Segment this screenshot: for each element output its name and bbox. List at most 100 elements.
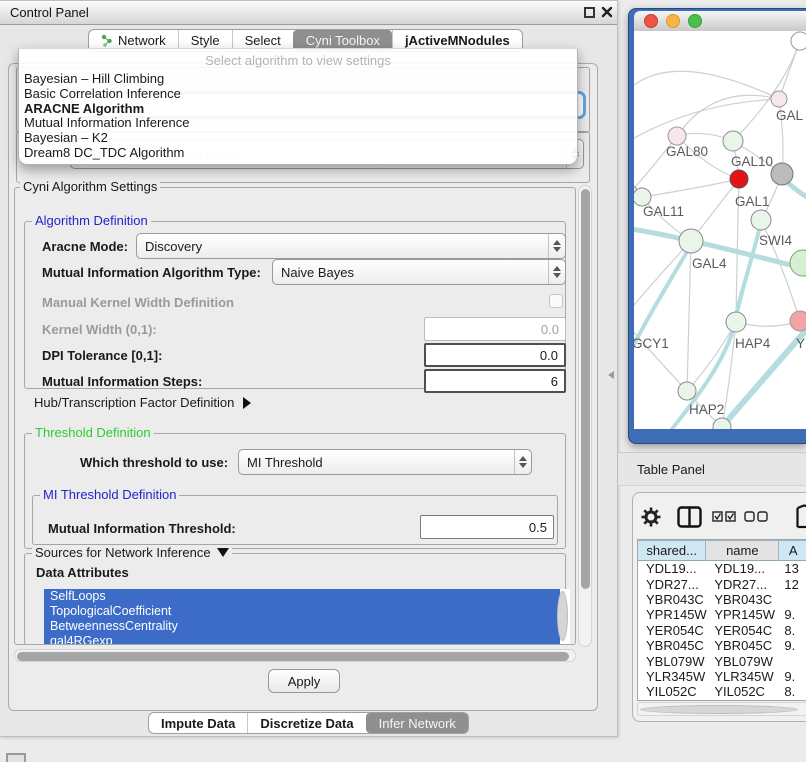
node-label-swi4: SWI4 — [759, 233, 792, 248]
columns-icon[interactable] — [677, 506, 702, 528]
chevron-right-icon — [242, 396, 252, 410]
manual-kernel-label: Manual Kernel Width Definition — [42, 295, 234, 310]
table-row[interactable]: YER054C YER054C 8. — [638, 623, 806, 638]
tab-infer-network[interactable]: Infer Network — [366, 713, 468, 733]
mi-threshold-group-title: MI Threshold Definition — [40, 488, 179, 501]
table-hscrollbar-track[interactable] — [637, 702, 806, 716]
aracne-mode-combobox[interactable]: Discovery — [136, 233, 566, 259]
table-row[interactable]: YPR145W YPR145W 9. — [638, 607, 806, 622]
edge — [634, 99, 779, 141]
node-label-y: Y — [796, 336, 805, 351]
table-row[interactable]: YBR043C YBR043C — [638, 592, 806, 607]
node-gal80[interactable] — [668, 127, 686, 145]
node-gal4[interactable] — [679, 229, 703, 253]
menu-item-bayesian-hill-climbing[interactable]: Bayesian – Hill Climbing — [19, 72, 577, 87]
mi-threshold-label: Mutual Information Threshold: — [48, 521, 236, 536]
tab-infer-network-label: Infer Network — [379, 716, 456, 731]
zoom-traffic-light-icon[interactable] — [688, 14, 702, 28]
network-icon — [101, 34, 113, 47]
table-row[interactable]: YBR045C YBR045C 9. — [638, 638, 806, 653]
gear-icon[interactable] — [641, 507, 661, 527]
list-item-selfloops[interactable]: SelfLoops — [44, 589, 560, 604]
select-all-checkboxes-icon[interactable] — [712, 511, 737, 522]
data-attributes-list: SelfLoops TopologicalCoefficient Between… — [44, 589, 570, 644]
edge — [733, 41, 800, 141]
node-gal10[interactable] — [723, 131, 743, 151]
manual-kernel-checkbox[interactable] — [549, 294, 563, 308]
table-row[interactable]: YDR27... YDR27... 12 — [638, 576, 806, 591]
list-item-topological[interactable]: TopologicalCoefficient — [44, 604, 560, 619]
sources-collapse-toggle[interactable]: Sources for Network Inference — [32, 546, 232, 559]
control-panel-window: Control Panel Network Style Select Cyni … — [0, 0, 618, 737]
which-threshold-combobox[interactable]: MI Threshold — [238, 449, 532, 475]
tab-impute-data[interactable]: Impute Data — [149, 713, 247, 733]
node-label-gal80: GAL80 — [666, 144, 708, 159]
stepper-icon — [548, 234, 565, 258]
edge — [642, 179, 739, 197]
mi-threshold-input[interactable]: 0.5 — [420, 515, 554, 539]
tab-jactivemnodules-label: jActiveMNodules — [405, 33, 510, 48]
dpi-tolerance-value: 0.0 — [540, 348, 558, 363]
tab-impute-data-label: Impute Data — [161, 716, 235, 731]
which-threshold-label: Which threshold to use: — [80, 455, 228, 470]
menu-item-mutual-information[interactable]: Mutual Information Inference — [19, 116, 577, 131]
tab-discretize-data[interactable]: Discretize Data — [247, 713, 365, 733]
float-window-icon[interactable] — [584, 7, 595, 18]
bottom-tabstrip: Impute Data Discretize Data Infer Networ… — [148, 712, 469, 734]
close-traffic-light-icon[interactable] — [644, 14, 658, 28]
settings-hscrollbar-thumb[interactable] — [17, 652, 569, 661]
node-salmon[interactable] — [790, 311, 806, 331]
control-panel-title: Control Panel — [0, 5, 89, 20]
node[interactable] — [791, 32, 806, 50]
menu-item-bayesian-k2[interactable]: Bayesian – K2 — [19, 131, 577, 146]
apply-button-label: Apply — [288, 674, 321, 689]
list-item-gal4rgexp[interactable]: gal4RGexp — [44, 634, 560, 644]
edge — [634, 71, 779, 99]
minimize-traffic-light-icon[interactable] — [666, 14, 680, 28]
panel-resize-handle[interactable] — [608, 371, 614, 379]
table-hscrollbar-thumb[interactable] — [640, 705, 798, 714]
column-header-shared-name[interactable]: shared... — [638, 540, 706, 561]
chevron-down-icon — [217, 548, 229, 557]
menu-item-basic-correlation[interactable]: Basic Correlation Inference — [19, 87, 577, 102]
new-column-icon[interactable] — [796, 504, 806, 529]
node-gray[interactable] — [771, 163, 793, 185]
table-row[interactable]: YIL052C YIL052C 8. — [638, 684, 806, 699]
attributes-scrollbar-thumb[interactable] — [557, 591, 568, 641]
stepper-icon — [548, 260, 565, 284]
mi-steps-input[interactable]: 6 — [424, 369, 566, 393]
node-label-gal1: GAL1 — [735, 194, 770, 209]
kernel-width-input[interactable]: 0.0 — [424, 317, 566, 341]
menu-item-dream8[interactable]: Dream8 DC_TDC Algorithm — [19, 146, 577, 161]
settings-vscrollbar-track[interactable] — [578, 185, 592, 647]
edge — [677, 95, 779, 136]
column-header-name[interactable]: name — [706, 540, 779, 561]
close-icon[interactable] — [601, 6, 613, 18]
table-row[interactable]: YDL19... YDL19... 13 — [638, 561, 806, 576]
algorithm-definition-title: Algorithm Definition — [32, 214, 151, 227]
table-row[interactable]: YLR345W YLR345W 9. — [638, 669, 806, 684]
partial-button[interactable] — [6, 753, 26, 762]
edge-highlighted — [735, 223, 761, 323]
settings-hscrollbar-track[interactable] — [14, 649, 576, 662]
node[interactable] — [790, 250, 806, 276]
mi-steps-value: 6 — [551, 374, 558, 389]
mi-type-combobox[interactable]: Naive Bayes — [272, 259, 566, 285]
list-item-betweenness[interactable]: BetweennessCentrality — [44, 619, 560, 634]
node-hap4[interactable] — [726, 312, 746, 332]
network-canvas[interactable]: GAL GAL80 GAL10 GAL1 GAL11 SWI4 GAL4 GCY… — [634, 31, 806, 429]
menu-item-aracne[interactable]: ARACNE Algorithm — [19, 102, 577, 117]
hub-definition-expander[interactable]: Hub/Transcription Factor Definition — [34, 395, 252, 410]
column-header-extra[interactable]: A — [779, 540, 806, 561]
tab-select-label: Select — [245, 33, 281, 48]
table-row[interactable]: YBL079W YBL079W — [638, 653, 806, 668]
stepper-icon — [514, 450, 531, 474]
node-gal2[interactable] — [771, 91, 787, 107]
apply-button[interactable]: Apply — [268, 669, 340, 693]
settings-vscrollbar-thumb[interactable] — [581, 189, 590, 589]
node-gal1-selected[interactable] — [730, 170, 748, 188]
node-swi4[interactable] — [751, 210, 771, 230]
deselect-all-checkboxes-icon[interactable] — [744, 511, 769, 522]
dpi-tolerance-input[interactable]: 0.0 — [424, 343, 566, 367]
node-hap2[interactable] — [678, 382, 696, 400]
